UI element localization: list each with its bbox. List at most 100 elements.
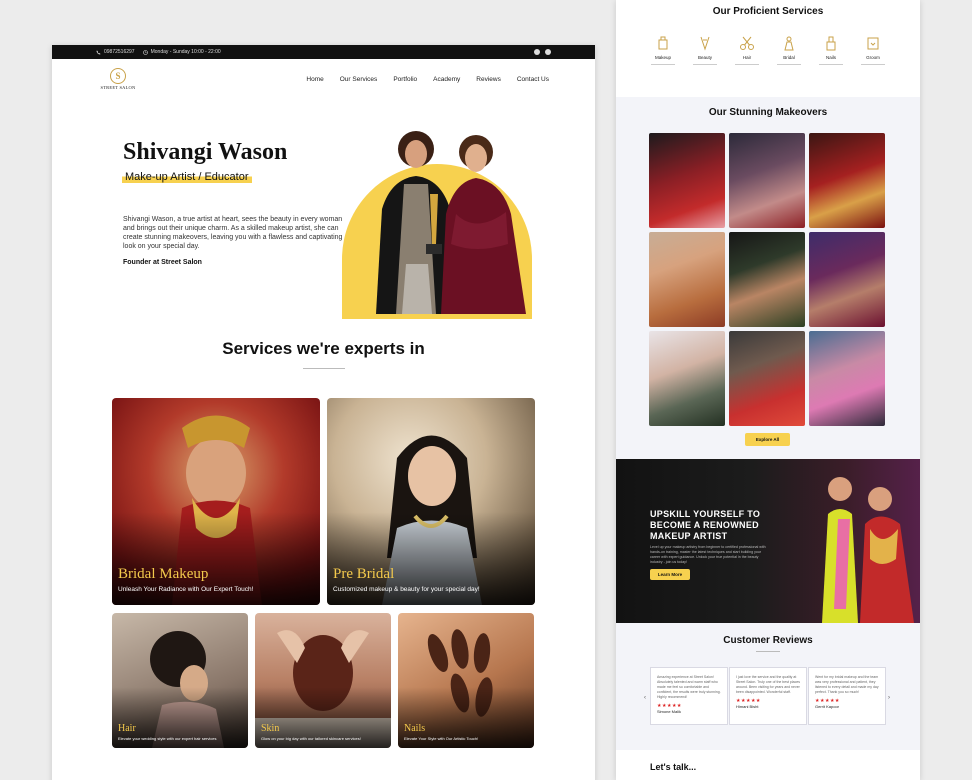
service-subtitle: Unleash Your Radiance with Our Expert To… — [118, 586, 254, 593]
service-icons-row: Makeup Beauty Hair Bridal Nails Groom — [616, 35, 920, 65]
makeover-photo[interactable] — [809, 331, 885, 426]
makeup-icon — [658, 36, 668, 50]
heading-divider — [302, 368, 345, 369]
makeovers-section: Our Stunning Makeovers Explore All — [616, 97, 920, 459]
hero-section: Shivangi Wason Make-up Artist / Educator… — [52, 99, 595, 319]
label-underline — [777, 64, 801, 65]
nav-item-reviews[interactable]: Reviews — [476, 76, 501, 83]
service-card-bridal-makeup[interactable]: Bridal Makeup Unleash Your Radiance with… — [112, 398, 320, 605]
service-card-hair[interactable]: Hair Elevate your wedding style with our… — [112, 613, 248, 748]
founder-photo — [376, 131, 526, 314]
review-card: Amazing experience at Street Salon! Abso… — [650, 667, 728, 725]
phone-number: 09872516297 — [104, 49, 135, 55]
main-navigation: S STREET SALON Home Our Services Portfol… — [52, 59, 595, 99]
service-subtitle: Elevate Your Style with Our Artistic Tou… — [404, 736, 479, 741]
makeover-photo[interactable] — [649, 232, 725, 327]
label-underline — [861, 64, 885, 65]
heading-divider — [756, 651, 780, 652]
nav-item-portfolio[interactable]: Portfolio — [393, 76, 417, 83]
service-item-beauty[interactable]: Beauty — [692, 35, 718, 65]
logo-mark: S — [110, 68, 126, 84]
nav-item-academy[interactable]: Academy — [433, 76, 460, 83]
founder-title: Founder at Street Salon — [123, 259, 202, 266]
reviewer-name: Gerrit Kapoor — [815, 704, 840, 709]
street-salon-logo[interactable]: S STREET SALON — [98, 64, 138, 94]
explore-all-button[interactable]: Explore All — [745, 433, 790, 446]
service-label: Nails — [825, 55, 836, 60]
service-item-groom[interactable]: Groom — [860, 35, 886, 65]
beauty-icon — [700, 36, 710, 51]
scissors-icon — [740, 36, 754, 50]
review-text: I just love the service and the quality … — [736, 675, 801, 694]
homepage-preview: 09872516297 Monday - Sunday 10:00 - 22:0… — [52, 45, 595, 780]
facebook-icon[interactable] — [534, 49, 540, 55]
review-card: I just love the service and the quality … — [729, 667, 807, 725]
makeover-photo[interactable] — [729, 331, 805, 426]
academy-banner: UPSKILL YOURSELF TO BECOME A RENOWNED MA… — [616, 459, 920, 623]
service-subtitle: Glow on your big day with our tailored s… — [261, 736, 361, 741]
service-card-skin[interactable]: Skin Glow on your big day with our tailo… — [255, 613, 391, 748]
service-title: Pre Bridal — [333, 566, 395, 582]
reviewer-name: Simone Malik — [657, 709, 682, 714]
service-label: Bridal — [783, 55, 795, 60]
label-underline — [735, 64, 759, 65]
makeover-photo[interactable] — [729, 232, 805, 327]
reviewer-name: Himani Bisht — [736, 704, 759, 709]
chevron-right-icon[interactable]: › — [888, 695, 890, 701]
social-links — [534, 49, 551, 55]
service-label: Makeup — [654, 55, 671, 60]
academy-banner-image — [822, 477, 914, 623]
nav-item-contact-us[interactable]: Contact Us — [517, 76, 549, 83]
makeovers-gallery — [649, 133, 887, 426]
makeover-photo[interactable] — [729, 133, 805, 228]
service-subtitle: Elevate your wedding style with our expe… — [118, 736, 217, 741]
review-card: Went for my bridal makeup and the team w… — [808, 667, 886, 725]
proficient-services-heading: Our Proficient Services — [712, 6, 824, 17]
service-title: Hair — [118, 723, 136, 734]
services-page-preview: Our Proficient Services Makeup Beauty Ha… — [616, 0, 920, 780]
nav-item-our-services[interactable]: Our Services — [340, 76, 378, 83]
nail-polish-icon — [826, 36, 836, 51]
service-label: Hair — [742, 55, 752, 60]
label-underline — [651, 64, 675, 65]
clock-icon — [142, 49, 148, 55]
service-card-pre-bridal[interactable]: Pre Bridal Customized makeup & beauty fo… — [327, 398, 535, 605]
hours-info: Monday - Sunday 10:00 - 22:00 — [142, 49, 221, 55]
makeover-photo[interactable] — [649, 331, 725, 426]
phone-info[interactable]: 09872516297 — [96, 49, 135, 55]
service-item-hair[interactable]: Hair — [734, 35, 760, 65]
nav-item-home[interactable]: Home — [306, 76, 323, 83]
makeover-photo[interactable] — [809, 232, 885, 327]
review-text: Amazing experience at Street Salon! Abso… — [657, 675, 721, 699]
lets-talk-heading: Let's talk... — [650, 762, 697, 772]
service-item-nails[interactable]: Nails — [818, 35, 844, 65]
reviews-heading: Customer Reviews — [723, 635, 813, 646]
makeovers-heading: Our Stunning Makeovers — [708, 107, 828, 118]
service-title: Nails — [404, 723, 426, 734]
showcase-canvas: 09872516297 Monday - Sunday 10:00 - 22:0… — [0, 0, 972, 780]
service-title: Bridal Makeup — [118, 566, 209, 582]
chevron-left-icon[interactable]: ‹ — [644, 695, 646, 701]
top-info-bar: 09872516297 Monday - Sunday 10:00 - 22:0… — [52, 45, 595, 59]
instagram-icon[interactable] — [545, 49, 551, 55]
service-item-bridal[interactable]: Bridal — [776, 35, 802, 65]
academy-heading: UPSKILL YOURSELF TO BECOME A RENOWNED MA… — [650, 509, 761, 541]
academy-description: Level up your makeup artistry from begin… — [650, 545, 766, 564]
logo-text: STREET SALON — [100, 85, 136, 90]
bridal-icon — [784, 36, 794, 51]
phone-icon — [96, 50, 101, 54]
service-title: Skin — [261, 723, 280, 734]
makeover-photo[interactable] — [649, 133, 725, 228]
learn-more-button[interactable]: Learn More — [650, 569, 690, 580]
founder-role: Make-up Artist / Educator — [122, 171, 252, 183]
founder-name: Shivangi Wason — [123, 139, 288, 165]
label-underline — [693, 64, 717, 65]
makeover-photo[interactable] — [809, 133, 885, 228]
service-label: Groom — [866, 55, 880, 60]
founder-bio: Shivangi Wason, a true artist at heart, … — [123, 216, 343, 250]
service-subtitle: Customized makeup & beauty for your spec… — [333, 586, 480, 593]
service-item-makeup[interactable]: Makeup — [650, 35, 676, 65]
groom-icon — [867, 37, 879, 50]
opening-hours: Monday - Sunday 10:00 - 22:00 — [150, 49, 221, 55]
service-card-nails[interactable]: Nails Elevate Your Style with Our Artist… — [398, 613, 534, 748]
